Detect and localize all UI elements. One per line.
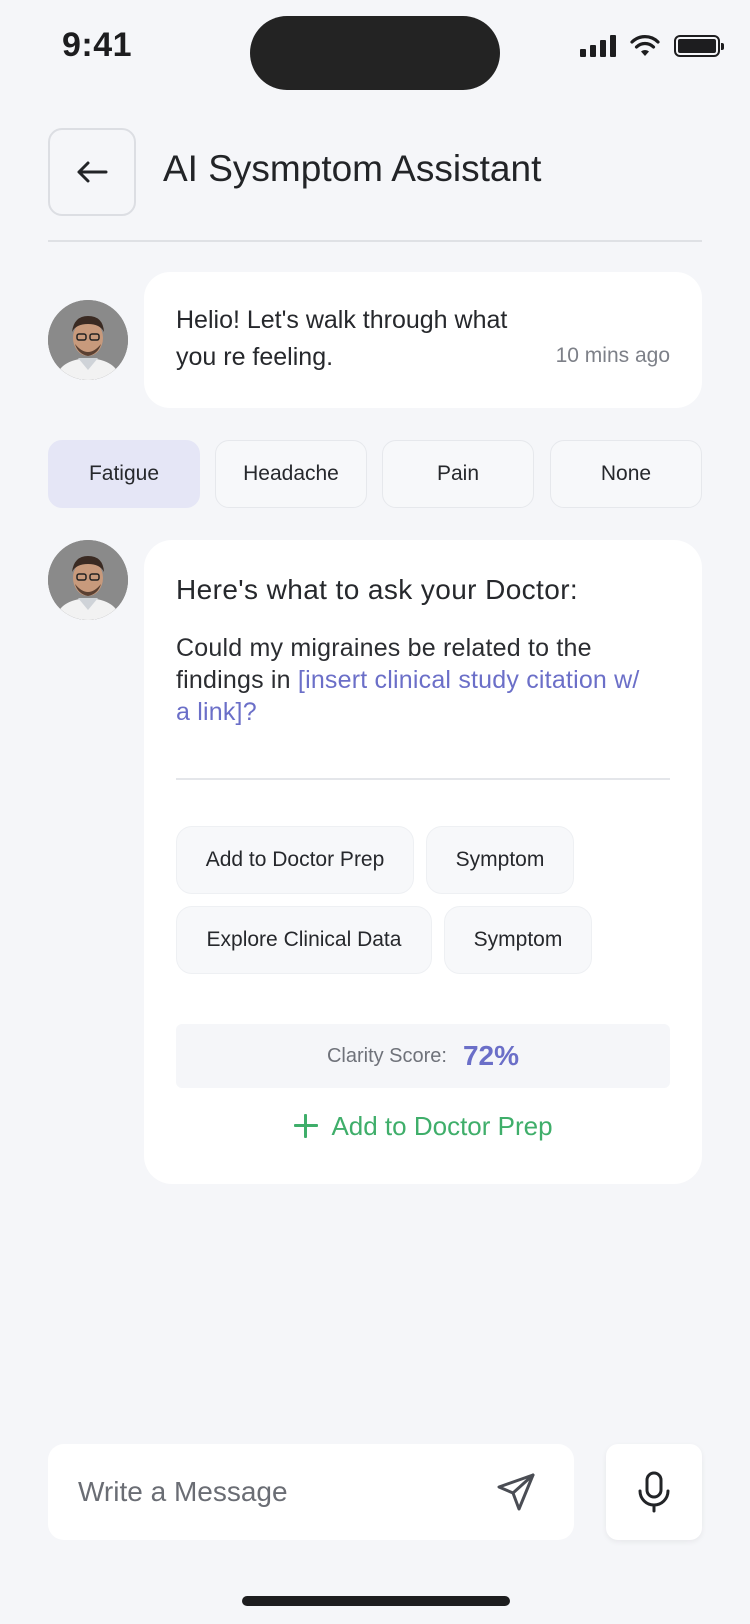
send-button[interactable] bbox=[494, 1470, 538, 1514]
chip-pain[interactable]: Pain bbox=[382, 440, 534, 508]
send-icon bbox=[497, 1473, 535, 1511]
tag-symptom[interactable]: Symptom bbox=[426, 826, 574, 894]
status-icons bbox=[580, 34, 724, 58]
tag-symptom[interactable]: Symptom bbox=[444, 906, 592, 974]
microphone-button[interactable] bbox=[606, 1444, 702, 1540]
home-indicator bbox=[242, 1596, 510, 1606]
status-time: 9:41 bbox=[62, 26, 133, 64]
add-to-doctor-prep-button[interactable]: Add to Doctor Prep bbox=[144, 1100, 702, 1152]
microphone-icon bbox=[638, 1471, 670, 1513]
cellular-signal-icon bbox=[580, 35, 616, 57]
plus-icon bbox=[293, 1113, 319, 1139]
arrow-left-icon bbox=[77, 161, 108, 183]
doctor-questions-card: Here's what to ask your Doctor: Could my… bbox=[144, 540, 702, 1184]
clarity-score-label: Clarity Score: bbox=[326, 1044, 447, 1067]
tag-explore-clinical-data[interactable]: Explore Clinical Data bbox=[176, 906, 432, 974]
chip-headache[interactable]: Headache bbox=[215, 440, 367, 508]
assistant-avatar bbox=[48, 540, 128, 620]
page-title: AI Sysmptom Assistant bbox=[163, 148, 542, 189]
message-input[interactable] bbox=[78, 1462, 478, 1522]
wifi-icon bbox=[630, 35, 660, 56]
assistant-avatar bbox=[48, 300, 128, 380]
battery-icon bbox=[674, 35, 724, 57]
tag-add-to-doctor-prep[interactable]: Add to Doctor Prep bbox=[176, 826, 414, 894]
header-divider bbox=[48, 240, 702, 242]
clarity-score: Clarity Score: 72% bbox=[176, 1024, 670, 1088]
clarity-score-value: 72% bbox=[462, 1040, 520, 1071]
chip-none[interactable]: None bbox=[550, 440, 702, 508]
card-divider bbox=[176, 778, 670, 780]
add-to-doctor-prep-label: Add to Doctor Prep bbox=[331, 1110, 553, 1141]
app-screen: 9:41 AI Sysmptom Assistant Helio! Let's … bbox=[0, 0, 750, 1624]
assistant-message-bubble: Helio! Let's walk through what you re fe… bbox=[144, 272, 702, 408]
chip-fatigue[interactable]: Fatigue bbox=[48, 440, 200, 508]
suggested-question: Could my migraines be related to the fin… bbox=[176, 632, 656, 728]
message-composer bbox=[48, 1444, 574, 1540]
dynamic-island bbox=[250, 16, 500, 90]
message-text: Helio! Let's walk through what you re fe… bbox=[176, 306, 508, 371]
card-heading: Here's what to ask your Doctor: bbox=[176, 574, 579, 605]
back-button[interactable] bbox=[48, 128, 136, 216]
message-timestamp: 10 mins ago bbox=[555, 344, 670, 367]
